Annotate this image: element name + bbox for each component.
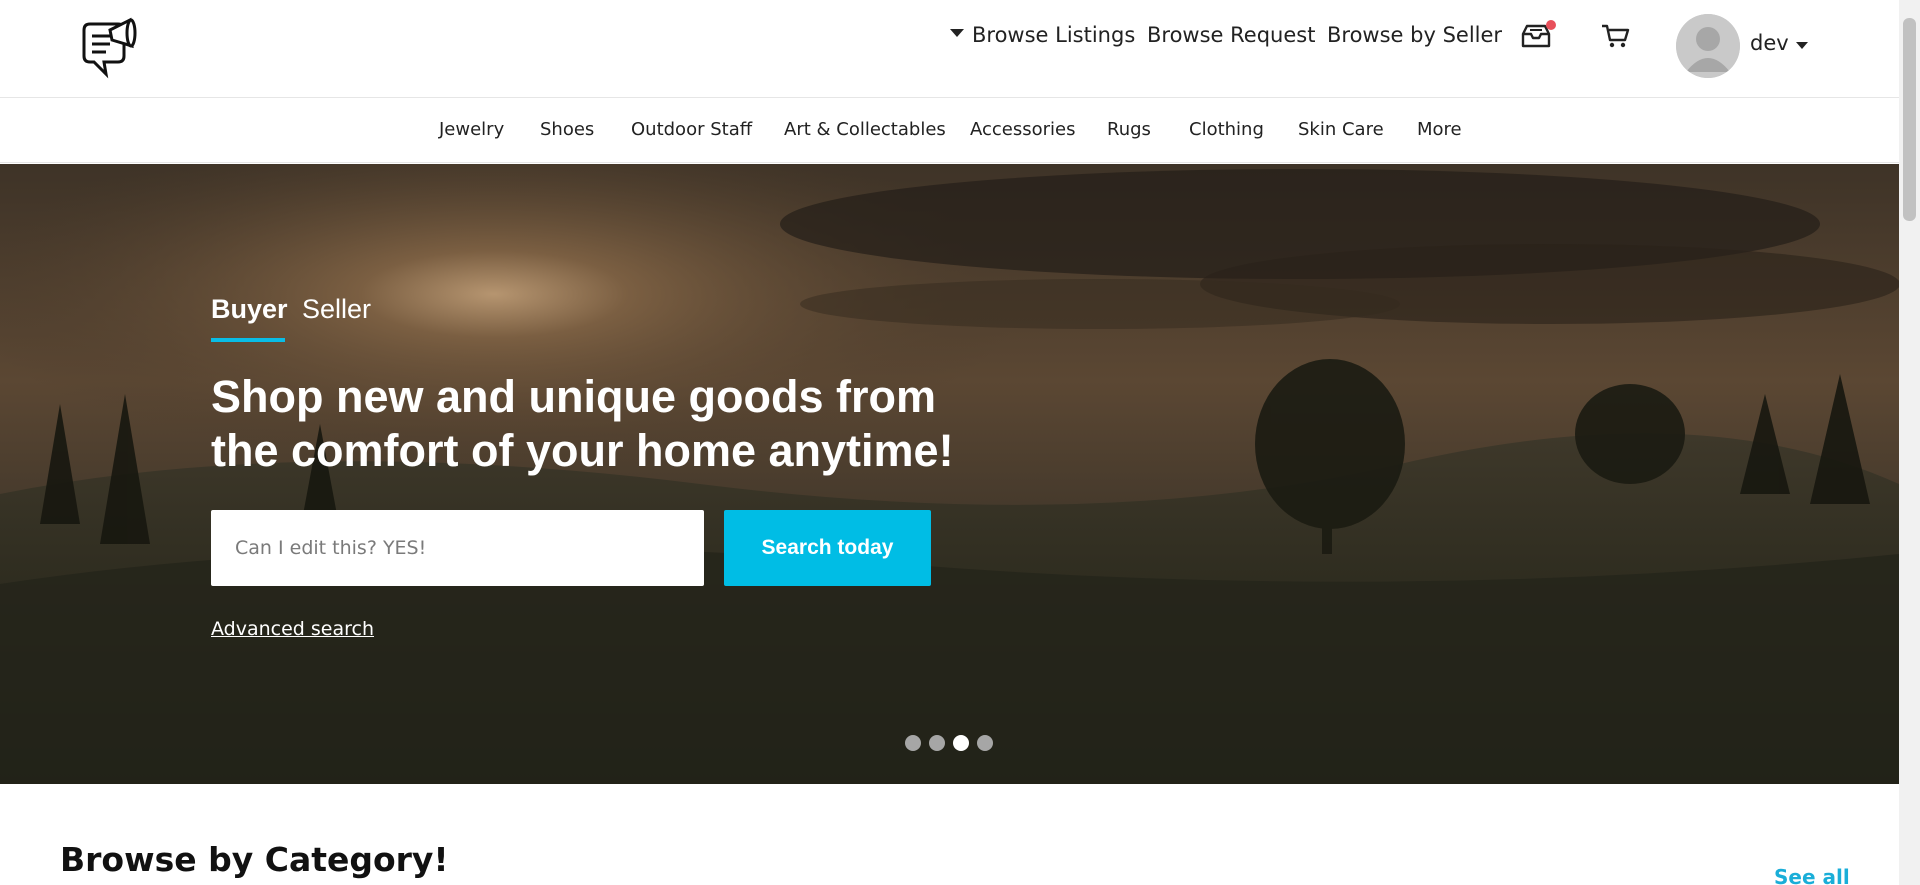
hero-title-line-1: Shop new and unique goods from [211, 371, 936, 422]
hero-banner: Buyer Seller Shop new and unique goods f… [0, 164, 1899, 784]
hero-title: Shop new and unique goods from the comfo… [211, 370, 971, 478]
cart-button[interactable] [1600, 22, 1630, 50]
scrollbar-thumb[interactable] [1903, 18, 1916, 221]
tab-buyer[interactable]: Buyer [211, 294, 288, 325]
carousel-dot-3[interactable] [953, 735, 969, 751]
tab-seller[interactable]: Seller [302, 294, 371, 325]
category-shoes[interactable]: Shoes [540, 119, 594, 140]
category-skin-care[interactable]: Skin Care [1298, 119, 1384, 140]
cart-icon [1602, 24, 1630, 48]
user-avatar[interactable] [1676, 14, 1740, 78]
category-rugs[interactable]: Rugs [1107, 119, 1151, 140]
inbox-button[interactable] [1519, 20, 1556, 50]
advanced-search-link[interactable]: Advanced search [211, 618, 374, 640]
category-more[interactable]: More [1417, 119, 1462, 140]
browse-request-link[interactable]: Browse Request [1147, 20, 1315, 50]
hero-title-line-2: the comfort of your home anytime! [211, 425, 954, 476]
active-tab-underline [211, 338, 285, 342]
browse-listings-label: Browse Listings [972, 23, 1136, 47]
category-jewelry[interactable]: Jewelry [439, 119, 504, 140]
inbox-notification-badge [1546, 20, 1556, 30]
category-clothing[interactable]: Clothing [1189, 119, 1264, 140]
site-header: Browse Listings Browse Request Browse by… [0, 0, 1899, 98]
browse-listings-dropdown[interactable]: Browse Listings [950, 20, 1135, 50]
browse-by-seller-link[interactable]: Browse by Seller [1327, 20, 1502, 50]
avatar-placeholder-icon [1676, 14, 1740, 78]
carousel-dot-4[interactable] [977, 735, 993, 751]
search-button[interactable]: Search today [724, 510, 931, 586]
chat-megaphone-logo-icon[interactable] [76, 16, 138, 82]
category-art-collectables[interactable]: Art & Collectables [784, 119, 946, 140]
page-scrollbar[interactable] [1899, 0, 1920, 885]
see-all-link[interactable]: See all [1774, 865, 1850, 885]
caret-down-icon [950, 29, 964, 37]
category-nav: Jewelry Shoes Outdoor Staff Art & Collec… [0, 99, 1899, 163]
carousel-dot-1[interactable] [905, 735, 921, 751]
search-input[interactable] [211, 510, 704, 586]
category-accessories[interactable]: Accessories [970, 119, 1076, 140]
browse-by-category-heading: Browse by Category! [60, 840, 449, 879]
user-name[interactable]: dev [1750, 31, 1789, 55]
category-outdoor-staff[interactable]: Outdoor Staff [631, 119, 752, 140]
user-menu-caret-icon[interactable] [1796, 42, 1808, 49]
carousel-dot-2[interactable] [929, 735, 945, 751]
